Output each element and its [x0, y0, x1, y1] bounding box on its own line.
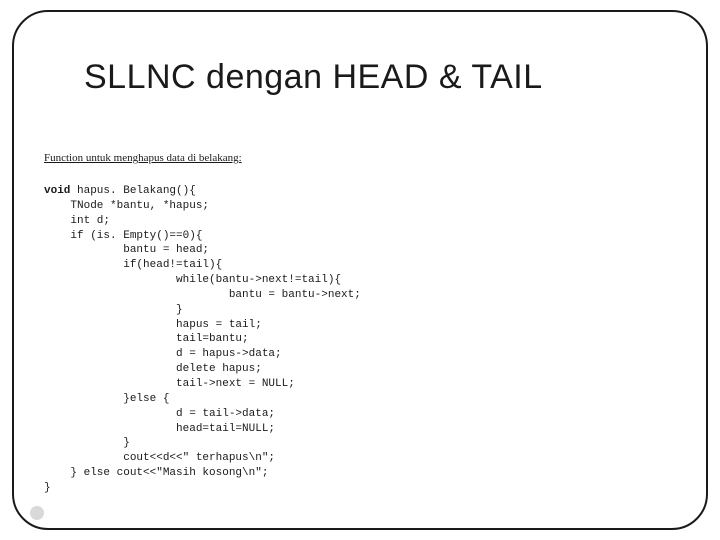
code-line: tail->next = NULL;	[44, 378, 295, 390]
slide: SLLNC dengan HEAD & TAIL Function untuk …	[0, 0, 720, 540]
code-line: }	[44, 482, 51, 494]
code-line: } else cout<<"Masih kosong\n";	[44, 467, 268, 479]
code-block: void hapus. Belakang(){ TNode *bantu, *h…	[44, 184, 361, 496]
code-line: head=tail=NULL;	[44, 423, 275, 435]
code-line: d = hapus->data;	[44, 348, 282, 360]
code-line: }else {	[44, 393, 169, 405]
code-line: hapus. Belakang(){	[70, 185, 195, 197]
code-line: if(head!=tail){	[44, 259, 222, 271]
code-line: cout<<d<<" terhapus\n";	[44, 452, 275, 464]
code-line: TNode *bantu, *hapus;	[44, 200, 209, 212]
code-line: tail=bantu;	[44, 333, 249, 345]
code-line: if (is. Empty()==0){	[44, 230, 202, 242]
page-number-dot	[30, 506, 44, 520]
slide-title: SLLNC dengan HEAD & TAIL	[84, 58, 543, 97]
code-line: }	[44, 304, 183, 316]
code-line: bantu = bantu->next;	[44, 289, 361, 301]
code-line: delete hapus;	[44, 363, 262, 375]
code-line: hapus = tail;	[44, 319, 262, 331]
code-line: d = tail->data;	[44, 408, 275, 420]
code-line: while(bantu->next!=tail){	[44, 274, 341, 286]
code-line: bantu = head;	[44, 244, 209, 256]
code-line: }	[44, 437, 130, 449]
keyword-void: void	[44, 185, 70, 197]
section-subtitle: Function untuk menghapus data di belakan…	[44, 152, 242, 164]
code-line: int d;	[44, 215, 110, 227]
